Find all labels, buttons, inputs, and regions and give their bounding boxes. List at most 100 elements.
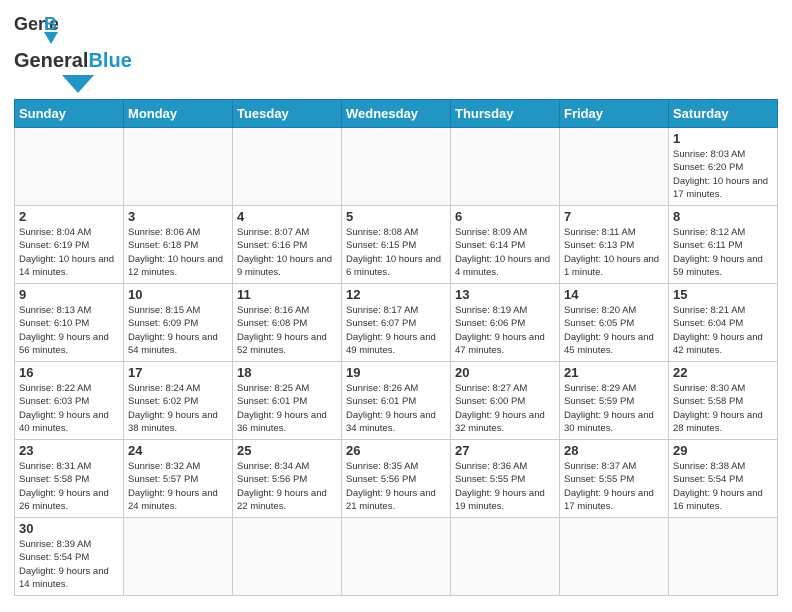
day-number: 11 (237, 287, 337, 302)
day-info: Sunrise: 8:09 AM Sunset: 6:14 PM Dayligh… (455, 226, 555, 279)
calendar-cell: 27Sunrise: 8:36 AM Sunset: 5:55 PM Dayli… (451, 440, 560, 518)
day-info: Sunrise: 8:13 AM Sunset: 6:10 PM Dayligh… (19, 304, 119, 357)
calendar-cell: 7 Sunrise: 8:11 AM Sunset: 6:13 PM Daylig… (560, 206, 669, 284)
weekday-header-thursday: Thursday (451, 100, 560, 128)
day-number: 25 (237, 443, 337, 458)
day-number: 2 (19, 209, 119, 224)
calendar-cell (233, 518, 342, 596)
day-number: 29 (673, 443, 773, 458)
day-info: Sunrise: 8:30 AM Sunset: 5:58 PM Dayligh… (673, 382, 773, 435)
day-number: 5 (346, 209, 446, 224)
day-number: 21 (564, 365, 664, 380)
day-number: 9 (19, 287, 119, 302)
day-info: Sunrise: 8:12 AM Sunset: 6:11 PM Dayligh… (673, 226, 773, 279)
day-number: 12 (346, 287, 446, 302)
weekday-header-friday: Friday (560, 100, 669, 128)
calendar-cell: 1 Sunrise: 8:03 AM Sunset: 6:20 PM Daylig… (669, 128, 778, 206)
day-info: Sunrise: 8:20 AM Sunset: 6:05 PM Dayligh… (564, 304, 664, 357)
calendar-cell: 17Sunrise: 8:24 AM Sunset: 6:02 PM Dayli… (124, 362, 233, 440)
day-number: 23 (19, 443, 119, 458)
day-number: 20 (455, 365, 555, 380)
logo: General B GeneralBlue (14, 10, 132, 93)
calendar-cell: 22 Sunrise: 8:30 AM Sunset: 5:58 PM Dayli… (669, 362, 778, 440)
day-number: 27 (455, 443, 555, 458)
svg-text:B: B (44, 14, 57, 34)
calendar-table: SundayMondayTuesdayWednesdayThursdayFrid… (14, 99, 778, 596)
day-info: Sunrise: 8:24 AM Sunset: 6:02 PM Dayligh… (128, 382, 228, 435)
logo-general: General (14, 50, 88, 72)
calendar-cell (560, 128, 669, 206)
calendar-cell (342, 128, 451, 206)
calendar-cell (124, 128, 233, 206)
weekday-header-tuesday: Tuesday (233, 100, 342, 128)
calendar-cell (124, 518, 233, 596)
calendar-cell: 30 Sunrise: 8:39 AM Sunset: 5:54 PM Dayli… (15, 518, 124, 596)
calendar-cell: 20 Sunrise: 8:27 AM Sunset: 6:00 PM Dayli… (451, 362, 560, 440)
weekday-header-wednesday: Wednesday (342, 100, 451, 128)
calendar-week-row: 9 Sunrise: 8:13 AM Sunset: 6:10 PM Daylig… (15, 284, 778, 362)
calendar-cell: 29 Sunrise: 8:38 AM Sunset: 5:54 PM Dayli… (669, 440, 778, 518)
day-number: 26 (346, 443, 446, 458)
calendar-cell: 28Sunrise: 8:37 AM Sunset: 5:55 PM Dayli… (560, 440, 669, 518)
calendar-cell: 5 Sunrise: 8:08 AM Sunset: 6:15 PM Daylig… (342, 206, 451, 284)
calendar-week-row: 23Sunrise: 8:31 AM Sunset: 5:58 PM Dayli… (15, 440, 778, 518)
day-info: Sunrise: 8:08 AM Sunset: 6:15 PM Dayligh… (346, 226, 446, 279)
calendar-cell: 25Sunrise: 8:34 AM Sunset: 5:56 PM Dayli… (233, 440, 342, 518)
calendar-cell: 11 Sunrise: 8:16 AM Sunset: 6:08 PM Dayli… (233, 284, 342, 362)
calendar-cell: 2Sunrise: 8:04 AM Sunset: 6:19 PM Daylig… (15, 206, 124, 284)
day-info: Sunrise: 8:27 AM Sunset: 6:00 PM Dayligh… (455, 382, 555, 435)
day-number: 6 (455, 209, 555, 224)
calendar-cell: 4Sunrise: 8:07 AM Sunset: 6:16 PM Daylig… (233, 206, 342, 284)
day-number: 28 (564, 443, 664, 458)
day-info: Sunrise: 8:25 AM Sunset: 6:01 PM Dayligh… (237, 382, 337, 435)
calendar-cell (451, 128, 560, 206)
day-info: Sunrise: 8:29 AM Sunset: 5:59 PM Dayligh… (564, 382, 664, 435)
calendar-cell (342, 518, 451, 596)
day-number: 22 (673, 365, 773, 380)
weekday-header-monday: Monday (124, 100, 233, 128)
day-info: Sunrise: 8:11 AM Sunset: 6:13 PM Dayligh… (564, 226, 664, 279)
day-info: Sunrise: 8:03 AM Sunset: 6:20 PM Dayligh… (673, 148, 773, 201)
calendar-cell: 9 Sunrise: 8:13 AM Sunset: 6:10 PM Daylig… (15, 284, 124, 362)
day-info: Sunrise: 8:26 AM Sunset: 6:01 PM Dayligh… (346, 382, 446, 435)
calendar-cell: 24Sunrise: 8:32 AM Sunset: 5:57 PM Dayli… (124, 440, 233, 518)
calendar-week-row: 16Sunrise: 8:22 AM Sunset: 6:03 PM Dayli… (15, 362, 778, 440)
day-info: Sunrise: 8:16 AM Sunset: 6:08 PM Dayligh… (237, 304, 337, 357)
day-number: 3 (128, 209, 228, 224)
calendar-cell: 19 Sunrise: 8:26 AM Sunset: 6:01 PM Dayli… (342, 362, 451, 440)
day-number: 30 (19, 521, 119, 536)
calendar-cell: 10Sunrise: 8:15 AM Sunset: 6:09 PM Dayli… (124, 284, 233, 362)
day-info: Sunrise: 8:17 AM Sunset: 6:07 PM Dayligh… (346, 304, 446, 357)
day-number: 1 (673, 131, 773, 146)
calendar-week-row: 30 Sunrise: 8:39 AM Sunset: 5:54 PM Dayli… (15, 518, 778, 596)
day-number: 7 (564, 209, 664, 224)
calendar-cell: 23Sunrise: 8:31 AM Sunset: 5:58 PM Dayli… (15, 440, 124, 518)
calendar-cell: 16Sunrise: 8:22 AM Sunset: 6:03 PM Dayli… (15, 362, 124, 440)
day-info: Sunrise: 8:19 AM Sunset: 6:06 PM Dayligh… (455, 304, 555, 357)
calendar-cell: 14 Sunrise: 8:20 AM Sunset: 6:05 PM Dayli… (560, 284, 669, 362)
calendar-cell: 12 Sunrise: 8:17 AM Sunset: 6:07 PM Dayli… (342, 284, 451, 362)
weekday-header-saturday: Saturday (669, 100, 778, 128)
day-info: Sunrise: 8:38 AM Sunset: 5:54 PM Dayligh… (673, 460, 773, 513)
day-number: 14 (564, 287, 664, 302)
calendar-cell: 8Sunrise: 8:12 AM Sunset: 6:11 PM Daylig… (669, 206, 778, 284)
logo-triangle (62, 75, 94, 93)
calendar-cell: 13 Sunrise: 8:19 AM Sunset: 6:06 PM Dayli… (451, 284, 560, 362)
calendar-cell (560, 518, 669, 596)
calendar-cell (451, 518, 560, 596)
day-info: Sunrise: 8:21 AM Sunset: 6:04 PM Dayligh… (673, 304, 773, 357)
day-info: Sunrise: 8:06 AM Sunset: 6:18 PM Dayligh… (128, 226, 228, 279)
day-info: Sunrise: 8:39 AM Sunset: 5:54 PM Dayligh… (19, 538, 119, 591)
calendar-header-row: SundayMondayTuesdayWednesdayThursdayFrid… (15, 100, 778, 128)
page: General B GeneralBlue SundayMondayTuesda… (0, 0, 792, 610)
calendar-cell: 6 Sunrise: 8:09 AM Sunset: 6:14 PM Daylig… (451, 206, 560, 284)
day-number: 16 (19, 365, 119, 380)
calendar-cell: 15 Sunrise: 8:21 AM Sunset: 6:04 PM Dayli… (669, 284, 778, 362)
calendar-week-row: 1 Sunrise: 8:03 AM Sunset: 6:20 PM Daylig… (15, 128, 778, 206)
day-number: 15 (673, 287, 773, 302)
day-number: 10 (128, 287, 228, 302)
day-number: 19 (346, 365, 446, 380)
calendar-week-row: 2Sunrise: 8:04 AM Sunset: 6:19 PM Daylig… (15, 206, 778, 284)
day-number: 13 (455, 287, 555, 302)
header: General B GeneralBlue (14, 10, 778, 93)
